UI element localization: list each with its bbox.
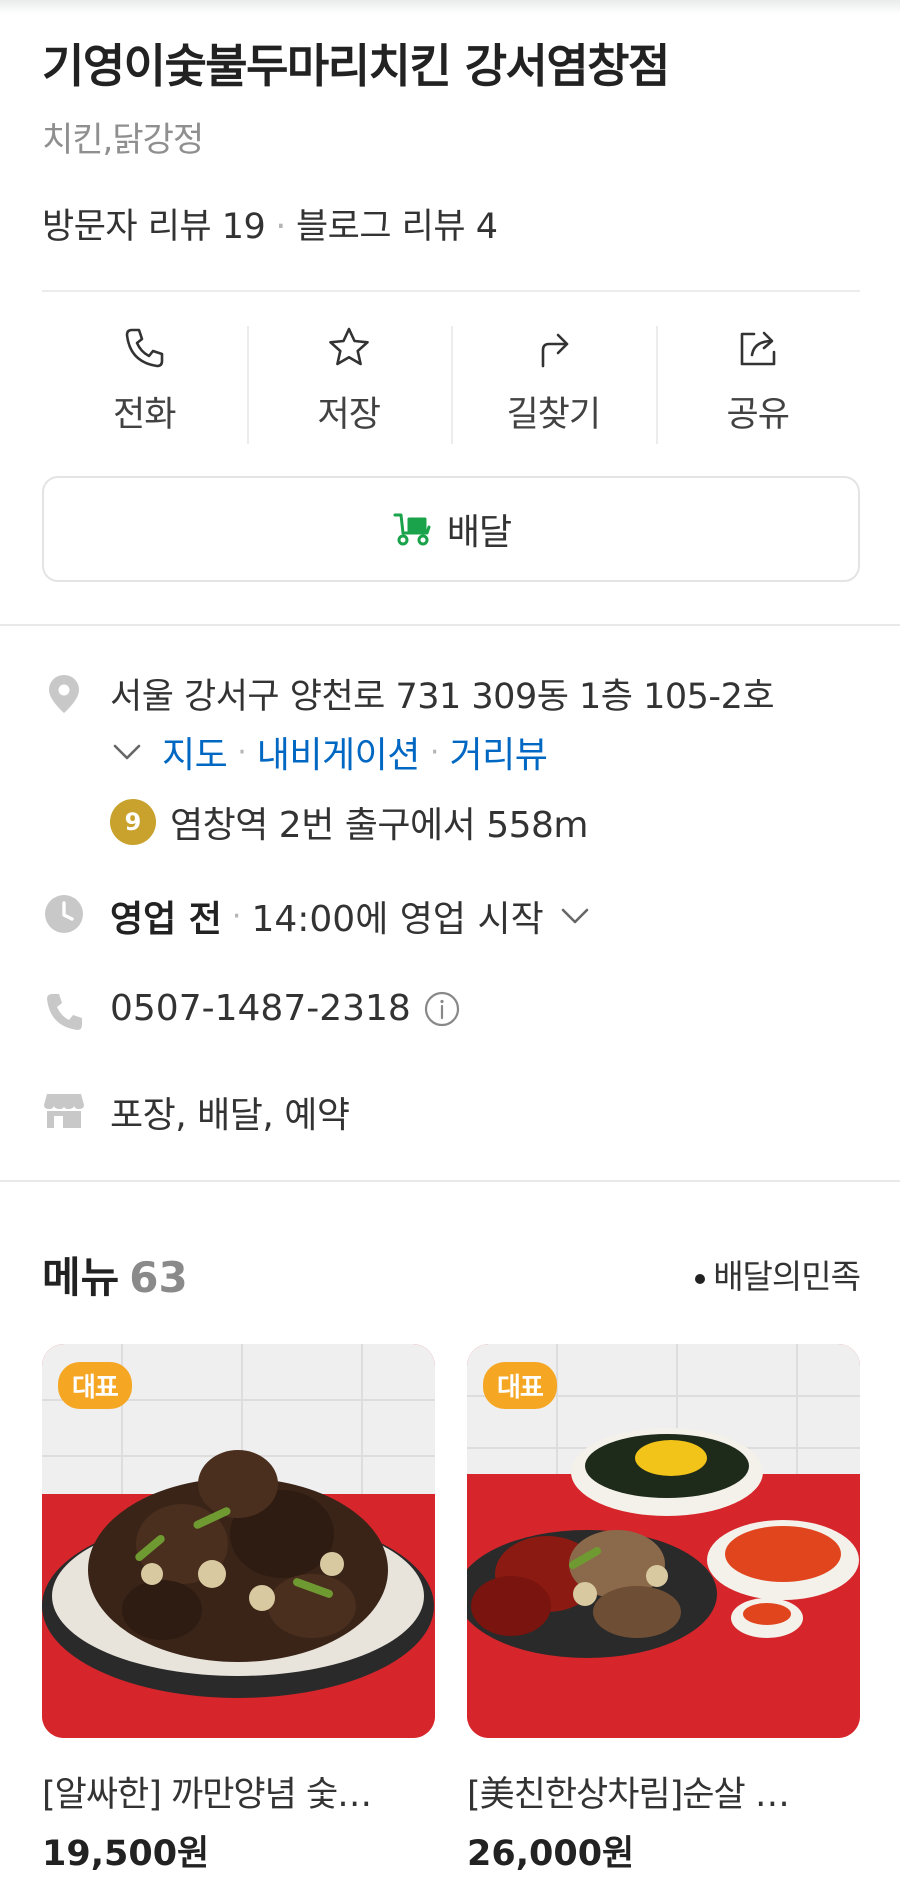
menu-heading: 메뉴 63 xyxy=(42,1244,188,1305)
subway-info: 9 염창역 2번 출구에서 558m xyxy=(110,796,588,848)
clock-icon xyxy=(45,895,83,933)
hours-detail: 14:00에 영업 시작 xyxy=(251,899,544,940)
hours-separator: · xyxy=(231,898,242,934)
phone-row: 0507-1487-2318 xyxy=(110,988,461,1029)
map-links: 지도 · 내비게이션 · 거리뷰 xyxy=(110,726,548,778)
map-link[interactable]: 지도 xyxy=(162,726,228,778)
subway-distance: 염창역 2번 출구에서 558m xyxy=(170,805,588,846)
menu-item-price: 19,500원 xyxy=(42,1834,210,1874)
menu-title: 메뉴 xyxy=(42,1253,120,1302)
save-label: 저장 xyxy=(317,395,381,435)
service-options: 포장, 배달, 예약 xyxy=(110,1095,350,1136)
blog-reviews-link[interactable]: 블로그 리뷰 4 xyxy=(296,207,498,247)
phone-icon xyxy=(47,994,82,1030)
star-icon xyxy=(328,327,369,366)
signature-badge: 대표 xyxy=(483,1362,557,1409)
directions-icon xyxy=(541,333,569,368)
bullet-icon xyxy=(695,1273,706,1284)
chevron-down-icon[interactable] xyxy=(558,899,592,933)
visitor-reviews-link[interactable]: 방문자 리뷰 19 xyxy=(42,207,266,247)
top-shade xyxy=(0,0,900,14)
phone-icon xyxy=(125,328,164,368)
location-pin-icon xyxy=(49,675,79,713)
menu-item-price: 26,000원 xyxy=(467,1834,635,1874)
save-button[interactable]: 저장 xyxy=(246,318,452,448)
menu-item-photo: 대표 xyxy=(467,1344,860,1738)
share-button[interactable]: 공유 xyxy=(655,318,861,448)
action-bar: 전화 저장 길찾기 공유 xyxy=(42,318,860,448)
menu-count: 63 xyxy=(129,1253,188,1302)
delivery-label: 배달 xyxy=(446,512,512,553)
menu-item-card[interactable]: 대표 [알싸한] 까만양념 숯… 19,500원 xyxy=(42,1344,435,1876)
directions-button[interactable]: 길찾기 xyxy=(451,318,656,448)
directions-label: 길찾기 xyxy=(506,395,601,435)
address-text: 서울 강서구 양천로 731 309동 1층 105-2호 xyxy=(110,677,775,717)
share-icon xyxy=(740,331,776,366)
call-button[interactable]: 전화 xyxy=(42,318,247,448)
chevron-down-icon[interactable] xyxy=(110,735,144,769)
menu-source-label: 배달의민족 xyxy=(713,1257,861,1296)
signature-badge: 대표 xyxy=(58,1362,132,1409)
call-label: 전화 xyxy=(113,395,176,435)
hours-status: 영업 전 xyxy=(110,899,222,940)
info-icon[interactable] xyxy=(423,990,461,1028)
place-title: 기영이숯불두마리치킨 강서염창점 xyxy=(42,39,670,93)
review-separator: · xyxy=(275,207,286,247)
link-separator: · xyxy=(237,734,247,770)
delivery-button[interactable]: 배달 xyxy=(42,476,860,582)
menu-item-photo: 대표 xyxy=(42,1344,435,1738)
menu-item-name: [알싸한] 까만양념 숯… xyxy=(42,1775,372,1815)
link-separator: · xyxy=(429,734,440,770)
place-category: 치킨,닭강정 xyxy=(42,120,204,160)
business-hours[interactable]: 영업 전 · 14:00에 영업 시작 xyxy=(110,890,592,942)
share-label: 공유 xyxy=(726,395,790,435)
street-view-link[interactable]: 거리뷰 xyxy=(449,726,547,778)
subway-line-badge: 9 xyxy=(110,799,156,845)
section-divider xyxy=(0,1180,900,1182)
store-icon xyxy=(44,1094,84,1128)
delivery-scooter-icon xyxy=(393,513,431,546)
menu-item-card[interactable]: 대표 [美친한상차림]순살 … 26,000원 xyxy=(467,1344,860,1876)
phone-number[interactable]: 0507-1487-2318 xyxy=(110,988,411,1029)
section-divider xyxy=(0,624,900,626)
divider xyxy=(42,290,860,292)
navigation-link[interactable]: 내비게이션 xyxy=(257,726,421,778)
menu-item-name: [美친한상차림]순살 … xyxy=(467,1775,790,1815)
menu-source[interactable]: 배달의민족 xyxy=(695,1250,861,1298)
review-summary: 방문자 리뷰 19 · 블로그 리뷰 4 xyxy=(42,198,498,249)
